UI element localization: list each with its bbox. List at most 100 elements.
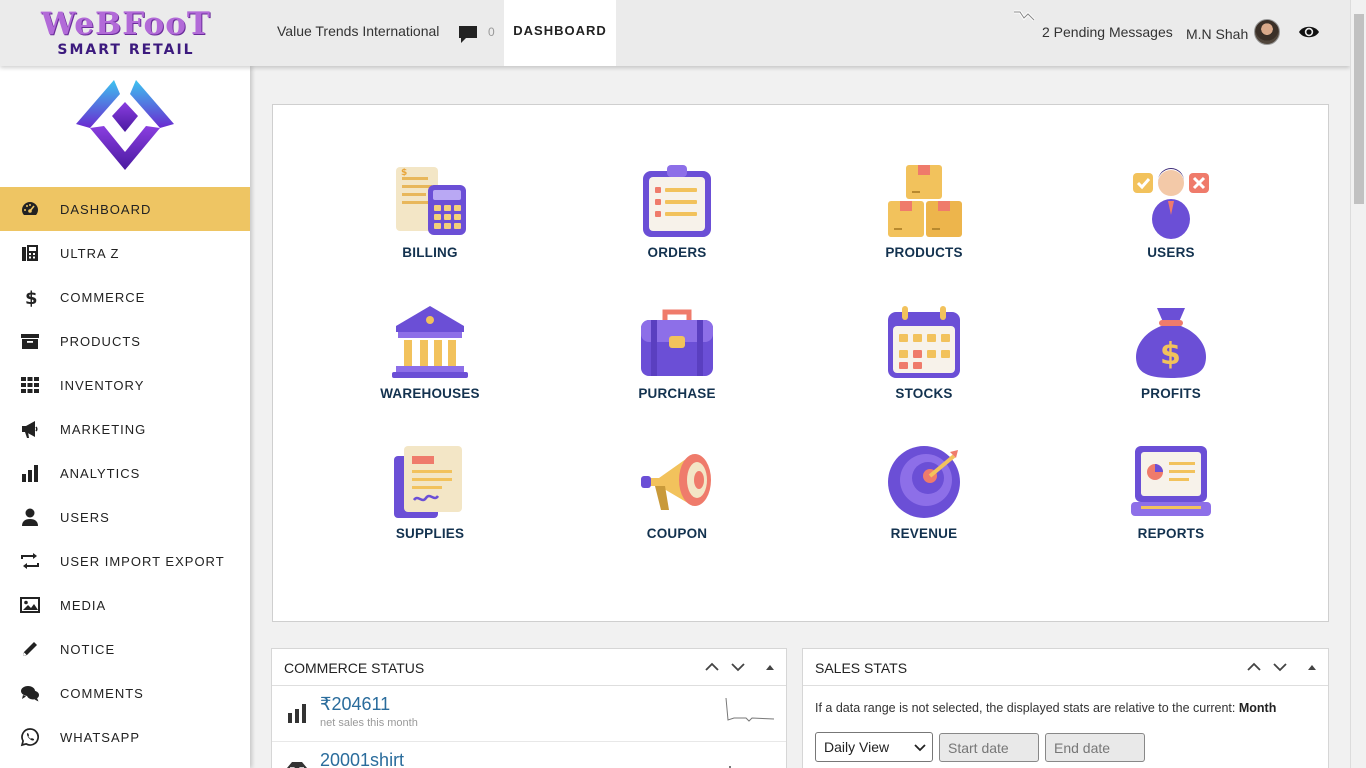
inbox-icon	[287, 762, 307, 768]
sidebar-item-label: COMMENTS	[60, 685, 144, 701]
sidebar-item-ultra-z[interactable]: ULTRA Z	[0, 231, 250, 275]
sidebar-item-user-import-export[interactable]: USER IMPORT EXPORT	[0, 539, 250, 583]
tile-coupon[interactable]: COUPON	[602, 442, 752, 541]
comment-icon[interactable]	[457, 23, 479, 45]
megaphone-icon	[22, 421, 38, 438]
user-icon	[22, 508, 38, 526]
top-product-value: 20001shirt	[320, 750, 405, 768]
sidebar-item-comments[interactable]: COMMENTS	[0, 671, 250, 715]
end-date-input[interactable]: End date	[1045, 733, 1145, 762]
pencil-icon	[23, 642, 37, 656]
sidebar-item-dashboard[interactable]: DASHBOARD	[0, 187, 250, 231]
sidebar-item-analytics[interactable]: ANALYTICS	[0, 451, 250, 495]
sparkline	[725, 697, 775, 722]
clipboard-list-icon	[643, 165, 711, 237]
bar-chart-icon	[288, 704, 306, 723]
view-select-value: Daily View	[824, 739, 890, 755]
page-scrollbar[interactable]	[1350, 0, 1366, 768]
chevron-down-icon[interactable]	[1272, 659, 1288, 675]
panel-title: SALES STATS	[815, 660, 908, 676]
tile-revenue[interactable]: REVENUE	[849, 442, 999, 541]
tile-supplies[interactable]: SUPPLIES	[355, 442, 505, 541]
stat-row-net-sales[interactable]: ₹204611 net sales this month	[272, 686, 786, 742]
bank-building-icon	[392, 306, 468, 378]
sidebar-item-notice[interactable]: NOTICE	[0, 627, 250, 671]
eye-icon[interactable]	[1298, 24, 1320, 40]
sales-stats-panel: SALES STATS If a data range is not selec…	[802, 648, 1329, 768]
tile-billing[interactable]: $ BILLING	[355, 161, 505, 260]
bar-chart-icon	[22, 465, 38, 482]
tile-products[interactable]: PRODUCTS	[849, 161, 999, 260]
range-note: If a data range is not selected, the dis…	[815, 701, 1276, 715]
tile-label: COUPON	[646, 526, 708, 541]
billing-calculator-icon: $	[396, 167, 466, 235]
svg-text:$: $	[1160, 337, 1181, 372]
tile-stocks[interactable]: STOCKS	[849, 302, 999, 401]
sidebar-item-label: ULTRA Z	[60, 245, 120, 261]
start-date-input[interactable]: Start date	[939, 733, 1039, 762]
sidebar-item-label: DASHBOARD	[60, 201, 152, 217]
tile-label: USERS	[1147, 245, 1195, 260]
sidebar-item-label: MEDIA	[60, 597, 107, 613]
tile-purchase[interactable]: PURCHASE	[602, 302, 752, 401]
tile-orders[interactable]: ORDERS	[602, 161, 752, 260]
tile-label: STOCKS	[895, 386, 953, 401]
sidebar-item-label: USERS	[60, 509, 110, 525]
sparkline	[729, 766, 731, 768]
tile-reports[interactable]: REPORTS	[1096, 442, 1246, 541]
sidebar-item-users[interactable]: USERS	[0, 495, 250, 539]
caret-up-icon[interactable]	[762, 659, 778, 675]
chevron-down-icon	[914, 744, 926, 752]
tile-profits[interactable]: $ PROFITS	[1096, 302, 1246, 401]
megaphone-icon	[641, 454, 711, 510]
sidebar-item-whatsapp[interactable]: WHATSAPP	[0, 715, 250, 759]
sidebar-item-label: WHATSAPP	[60, 729, 140, 745]
sidebar-item-label: USER IMPORT EXPORT	[60, 553, 225, 569]
chevron-up-icon[interactable]	[1246, 659, 1262, 675]
documents-icon	[394, 446, 462, 518]
whatsapp-icon	[20, 728, 39, 747]
panel-header: SALES STATS	[803, 649, 1328, 686]
svg-text:$: $	[401, 168, 407, 178]
archive-box-icon	[21, 334, 39, 349]
chevron-down-icon[interactable]	[730, 659, 746, 675]
panel-header: COMMERCE STATUS	[272, 649, 786, 686]
tab-dashboard[interactable]: DASHBOARD	[504, 0, 616, 66]
sidebar-item-products[interactable]: PRODUCTS	[0, 319, 250, 363]
avatar[interactable]	[1254, 19, 1280, 45]
sidebar-item-label: PRODUCTS	[60, 333, 141, 349]
chat-bubbles-icon	[21, 686, 39, 702]
tile-label: PURCHASE	[638, 386, 716, 401]
net-sales-value: ₹204611	[320, 694, 391, 714]
tile-label: PRODUCTS	[885, 245, 963, 260]
commerce-status-panel: COMMERCE STATUS ₹204611 net sales this m…	[271, 648, 787, 768]
calendar-icon	[888, 306, 960, 378]
image-icon	[20, 597, 40, 613]
sidebar-item-media[interactable]: MEDIA	[0, 583, 250, 627]
tile-label: ORDERS	[647, 245, 707, 260]
tile-users[interactable]: USERS	[1096, 161, 1246, 260]
sidebar-item-label: MARKETING	[60, 421, 147, 437]
tile-label: REPORTS	[1137, 526, 1205, 541]
tile-warehouses[interactable]: WAREHOUSES	[355, 302, 505, 401]
tile-label: REVENUE	[890, 526, 958, 541]
user-name[interactable]: M.N Shah	[1186, 26, 1248, 42]
company-name[interactable]: Value Trends International	[277, 23, 439, 39]
stat-row-top-product[interactable]: 20001shirt	[272, 742, 786, 768]
dollar-icon: $	[25, 288, 38, 307]
pending-messages[interactable]: 2 Pending Messages	[1042, 24, 1173, 40]
message-count: 0	[488, 25, 495, 39]
user-check-icon	[1133, 168, 1209, 239]
sidebar-item-marketing[interactable]: MARKETING	[0, 407, 250, 451]
caret-up-icon[interactable]	[1304, 659, 1320, 675]
sidebar: DASHBOARD ULTRA Z $ COMMERCE PRODUCTS IN…	[0, 66, 250, 768]
chevron-up-icon[interactable]	[704, 659, 720, 675]
webfoot-logo-icon	[76, 80, 174, 170]
brand-logo[interactable]: WeBFooT SMART RETAIL	[34, 8, 218, 58]
scrollbar-thumb[interactable]	[1354, 14, 1364, 204]
sidebar-item-label: ANALYTICS	[60, 465, 141, 481]
sidebar-item-commerce[interactable]: $ COMMERCE	[0, 275, 250, 319]
sidebar-item-label: INVENTORY	[60, 377, 145, 393]
sidebar-item-inventory[interactable]: INVENTORY	[0, 363, 250, 407]
view-select[interactable]: Daily View	[815, 732, 933, 762]
